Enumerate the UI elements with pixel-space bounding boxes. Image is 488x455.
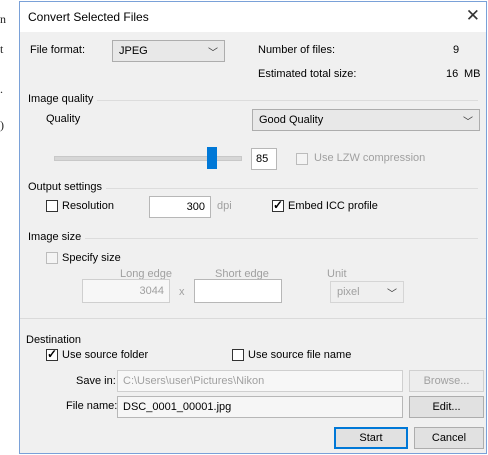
background-text: . <box>0 82 3 96</box>
lzw-checkbox[interactable] <box>296 153 308 165</box>
save-in-field[interactable]: C:\Users\user\Pictures\Nikon <box>117 370 403 392</box>
dialog-title: Convert Selected Files <box>28 10 149 24</box>
use-source-filename-checkbox[interactable] <box>232 349 244 361</box>
file-name-label: File name: <box>66 400 118 412</box>
short-edge-field[interactable] <box>194 279 282 303</box>
unit-label: Unit <box>327 268 347 280</box>
chevron-down-icon: ﹀ <box>387 289 397 300</box>
times-sign: x <box>179 286 185 298</box>
resolution-field[interactable]: 300 <box>149 196 211 218</box>
output-settings-group-label: Output settings <box>28 181 106 193</box>
quality-value: Good Quality <box>259 114 324 126</box>
resolution-unit: dpi <box>217 200 232 212</box>
use-source-folder-label: Use source folder <box>62 349 149 361</box>
embed-icc-checkbox[interactable] <box>272 198 284 212</box>
lzw-label: Use LZW compression <box>314 152 426 164</box>
estimated-size-label: Estimated total size: <box>258 68 357 80</box>
background-text: n <box>0 12 6 26</box>
start-button[interactable]: Start <box>334 427 408 449</box>
image-size-group-label: Image size <box>28 231 86 243</box>
long-edge-field[interactable]: 3044 <box>82 279 170 303</box>
resolution-label: Resolution <box>62 200 114 212</box>
estimated-size-value: 16 <box>446 68 459 80</box>
unit-select[interactable]: pixel ﹀ <box>330 281 404 303</box>
image-quality-group: Image quality <box>28 93 478 105</box>
cancel-button[interactable]: Cancel <box>414 427 484 449</box>
file-format-select[interactable]: JPEG ﹀ <box>112 40 225 62</box>
image-quality-group-label: Image quality <box>28 93 98 105</box>
unit-value: pixel <box>337 286 360 298</box>
number-of-files-value: 9 <box>453 44 460 56</box>
browse-button[interactable]: Browse... <box>409 370 484 392</box>
file-format-label: File format: <box>30 44 86 56</box>
resolution-checkbox[interactable] <box>46 200 58 212</box>
chevron-down-icon: ﹀ <box>463 117 473 128</box>
quality-slider-thumb[interactable] <box>207 147 218 169</box>
use-source-filename-label: Use source file name <box>248 349 352 361</box>
save-in-label: Save in: <box>76 375 116 387</box>
section-divider <box>20 318 486 319</box>
quality-value-field[interactable]: 85 <box>251 148 277 170</box>
output-settings-group: Output settings <box>28 181 478 193</box>
quality-select[interactable]: Good Quality ﹀ <box>252 109 480 131</box>
number-of-files-label: Number of files: <box>258 44 336 56</box>
specify-size-checkbox[interactable] <box>46 252 58 264</box>
image-size-group: Image size <box>28 231 478 243</box>
background-text: ) <box>0 118 4 132</box>
estimated-size-unit: MB <box>464 68 481 80</box>
chevron-down-icon: ﹀ <box>208 48 218 59</box>
destination-label: Destination <box>26 334 82 346</box>
file-format-value: JPEG <box>119 45 148 57</box>
use-source-folder-checkbox[interactable] <box>46 347 58 361</box>
specify-size-label: Specify size <box>62 252 121 264</box>
file-name-field[interactable]: DSC_0001_00001.jpg <box>117 396 403 418</box>
convert-dialog: Convert Selected Files ✕ File format: JP… <box>19 1 487 454</box>
embed-icc-label: Embed ICC profile <box>288 200 378 212</box>
background-text: t <box>0 42 4 56</box>
close-icon[interactable]: ✕ <box>466 6 480 26</box>
title-bar[interactable]: Convert Selected Files ✕ <box>20 2 486 32</box>
edit-button[interactable]: Edit... <box>409 396 484 418</box>
quality-label: Quality <box>46 113 81 125</box>
